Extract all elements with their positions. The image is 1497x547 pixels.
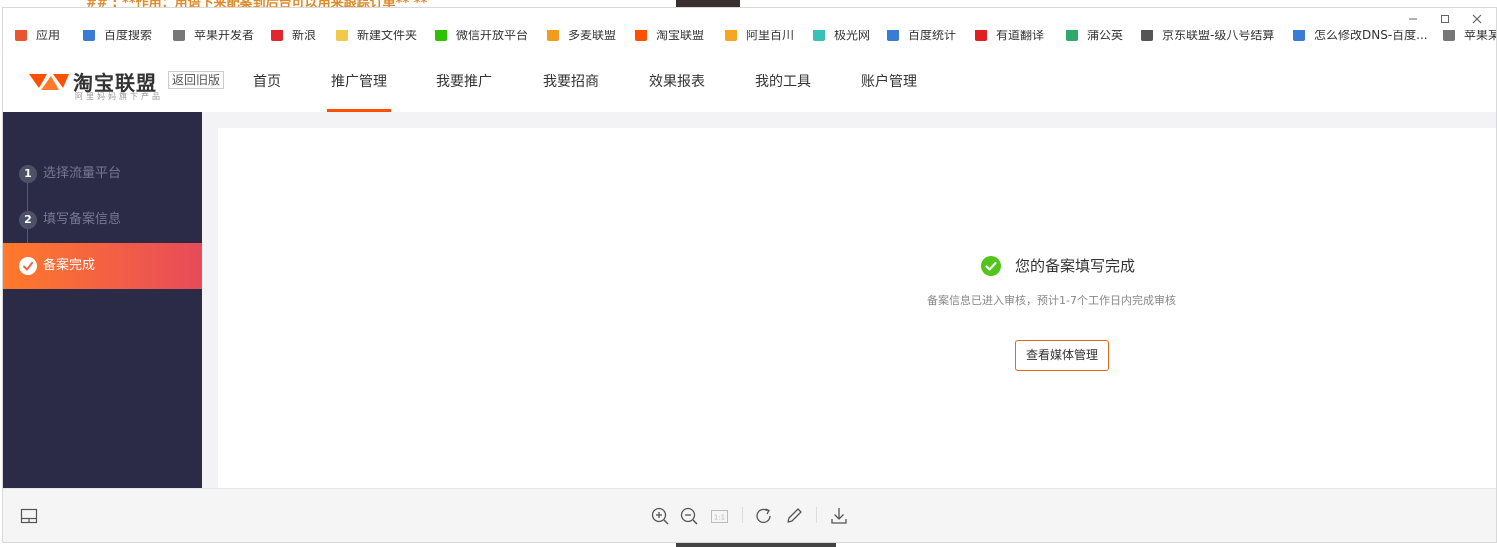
bookmark-item[interactable]: 淘宝联盟 — [635, 30, 704, 43]
viewer-titlebar — [3, 8, 1496, 30]
bookmark-label: 新浪 — [292, 30, 317, 42]
bookmark-label: 新建文件夹 — [357, 30, 418, 42]
actual-size-icon[interactable]: 1:1 — [708, 505, 730, 527]
bookmark-item[interactable]: 多麦联盟 — [547, 30, 616, 43]
bookmark-label: 蒲公英 — [1087, 30, 1124, 42]
bookmark-item[interactable]: 新建文件夹 — [336, 30, 417, 43]
success-description: 备案信息已进入审核，预计1-7个工作日内完成审核 — [927, 294, 1176, 307]
toolbar-divider — [742, 507, 743, 523]
bookmark-label: 阿里百川 — [746, 30, 795, 42]
thumbnail-panel-icon[interactable] — [18, 505, 40, 527]
nav-reports[interactable]: 效果报表 — [649, 52, 705, 112]
step-number-badge: 2 — [19, 211, 37, 229]
apple-icon — [1443, 30, 1455, 41]
nav-account[interactable]: 账户管理 — [861, 52, 917, 112]
step-check-icon — [19, 257, 37, 275]
bookmark-item[interactable]: 京东联盟-级八号结算 — [1141, 30, 1274, 43]
bookmark-item[interactable]: 蒲公英 — [1066, 30, 1123, 43]
bookmark-label: 多麦联盟 — [568, 30, 617, 42]
bookmark-item[interactable]: 怎么修改DNS-百度... — [1293, 30, 1428, 43]
bookmark-label: 有道翻译 — [996, 30, 1045, 42]
bookmark-item[interactable]: 百度统计 — [887, 30, 956, 43]
bookmark-label: 苹果开发者 — [194, 30, 255, 42]
bookmark-item[interactable]: 百度搜索 — [83, 30, 152, 43]
bookmark-favicon-icon — [1141, 30, 1153, 41]
bookmark-item[interactable]: 应用 — [15, 30, 60, 43]
bookmark-label: 百度搜索 — [104, 30, 153, 42]
bookmark-favicon-icon — [547, 30, 559, 41]
logo-subtitle: 阿里妈妈旗下产品 — [75, 92, 163, 101]
bookmark-favicon-icon — [725, 30, 737, 41]
rotate-icon[interactable] — [753, 505, 775, 527]
bookmark-favicon-icon — [813, 30, 825, 41]
taobao-union-logo-icon — [29, 74, 69, 90]
bookmark-item[interactable]: 有道翻译 — [975, 30, 1044, 43]
success-check-icon — [981, 255, 1001, 276]
success-message: 您的备案填写完成 — [981, 255, 1135, 276]
zoom-out-icon[interactable] — [678, 505, 700, 527]
bookmark-favicon-icon — [887, 30, 899, 41]
download-icon[interactable] — [828, 505, 850, 527]
toolbar-divider — [816, 507, 817, 523]
bookmark-item[interactable]: 新浪 — [271, 30, 316, 43]
bookmark-item[interactable]: 微信开放平台 — [435, 30, 528, 43]
bookmark-item[interactable]: 阿里百川 — [725, 30, 794, 43]
close-icon[interactable] — [1469, 11, 1485, 27]
bookmark-label: 淘宝联盟 — [656, 30, 705, 42]
result-panel: 您的备案填写完成 备案信息已进入审核，预计1-7个工作日内完成审核 查看媒体管理 — [218, 128, 1496, 488]
bookmark-favicon-icon — [1066, 30, 1078, 41]
nav-home[interactable]: 首页 — [253, 52, 281, 112]
nav-promote[interactable]: 我要推广 — [436, 52, 492, 112]
success-title: 您的备案填写完成 — [1015, 257, 1136, 275]
bookmark-label: 微信开放平台 — [456, 30, 529, 42]
step-label: 备案完成 — [43, 258, 96, 273]
minimize-icon[interactable] — [1405, 11, 1421, 27]
site-logo[interactable]: 淘宝联盟 阿里妈妈旗下产品 — [27, 62, 167, 102]
nav-merchants[interactable]: 我要招商 — [543, 52, 599, 112]
bookmark-item[interactable]: 苹果某 — [1443, 30, 1496, 43]
bookmark-item[interactable]: 极光网 — [813, 30, 870, 43]
view-media-management-button[interactable]: 查看媒体管理 — [1015, 340, 1109, 371]
bookmark-label: 应用 — [36, 30, 61, 42]
nav-tools[interactable]: 我的工具 — [755, 52, 811, 112]
bookmarks-bar: 应用 百度搜索 苹果开发者 新浪 新建文件夹 微信开放平台 多麦联盟 淘宝联盟 … — [3, 30, 1496, 44]
step-number-badge: 1 — [19, 165, 37, 183]
bookmark-label: 百度统计 — [908, 30, 957, 42]
bookmark-label: 苹果某 — [1464, 30, 1496, 42]
image-viewer-window: 应用 百度搜索 苹果开发者 新浪 新建文件夹 微信开放平台 多麦联盟 淘宝联盟 … — [2, 7, 1497, 543]
bookmark-label: 京东联盟-级八号结算 — [1162, 30, 1275, 42]
step-complete[interactable]: 备案完成 — [3, 243, 202, 289]
taobao-union-icon — [635, 30, 647, 41]
step-fill-info[interactable]: 2 填写备案信息 — [3, 197, 202, 243]
step-select-platform[interactable]: 1 选择流量平台 — [3, 151, 202, 197]
apple-icon — [173, 30, 185, 41]
actual-size-label: 1:1 — [714, 514, 725, 522]
background-dark-image-bottom — [676, 543, 836, 547]
folder-icon — [336, 30, 348, 41]
zoom-in-icon[interactable] — [649, 505, 671, 527]
bookmark-label: 怎么修改DNS-百度... — [1314, 30, 1428, 42]
bookmark-favicon-icon — [1293, 30, 1305, 41]
nav-promotion-management[interactable]: 推广管理 — [327, 52, 391, 112]
step-label: 选择流量平台 — [43, 166, 122, 181]
bookmark-favicon-icon — [83, 30, 95, 41]
viewer-toolbar: 1:1 — [3, 488, 1496, 542]
steps-sidebar: 1 选择流量平台 2 填写备案信息 备案完成 — [3, 112, 202, 488]
site-header: 淘宝联盟 阿里妈妈旗下产品 返回旧版 首页 推广管理 我要推广 我要招商 效果报… — [3, 52, 1496, 112]
old-version-link[interactable]: 返回旧版 — [168, 71, 225, 89]
maximize-icon[interactable] — [1437, 11, 1453, 27]
wechat-icon — [435, 30, 447, 41]
edit-pencil-icon[interactable] — [783, 505, 805, 527]
bookmark-label: 极光网 — [834, 30, 871, 42]
apps-icon — [15, 30, 27, 41]
weibo-icon — [271, 30, 283, 41]
bookmark-favicon-icon — [975, 30, 987, 41]
bookmark-item[interactable]: 苹果开发者 — [173, 30, 254, 43]
step-label: 填写备案信息 — [43, 212, 122, 227]
